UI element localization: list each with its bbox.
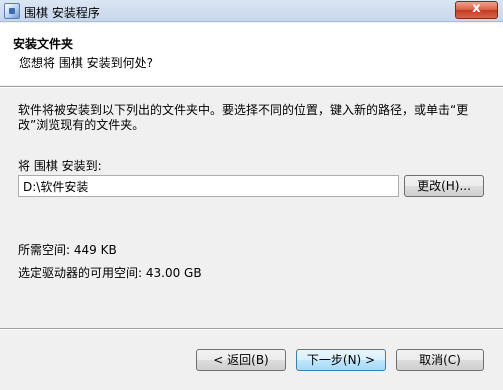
header-divider [0,86,503,88]
available-space-text: 选定驱动器的可用空间: 43.00 GB [18,266,202,280]
page-title: 安装文件夹 [13,37,74,51]
window-title: 围棋 安装程序 [24,6,100,20]
description-text: 软件将被安装到以下列出的文件夹中。要选择不同的位置，键入新的路径，或单击“更改”… [18,103,469,132]
close-button[interactable]: x [455,1,498,19]
cancel-button[interactable]: 取消(C) [396,349,484,371]
footer-divider [0,328,503,330]
title-bar: 围棋 安装程序 x [0,0,503,22]
destination-label: 将 围棋 安装到: [18,159,102,173]
wizard-header: 安装文件夹 您想将 围棋 安装到何处? [0,23,503,85]
required-space-text: 所需空间: 449 KB [18,243,117,257]
install-path-input[interactable] [18,175,399,197]
next-button[interactable]: 下一步(N) > [296,349,386,371]
close-icon: x [472,1,481,16]
installer-icon [4,3,20,19]
back-button[interactable]: < 返回(B) [196,349,286,371]
browse-button[interactable]: 更改(H)... [404,175,484,197]
page-subtitle: 您想将 围棋 安装到何处? [19,56,153,70]
